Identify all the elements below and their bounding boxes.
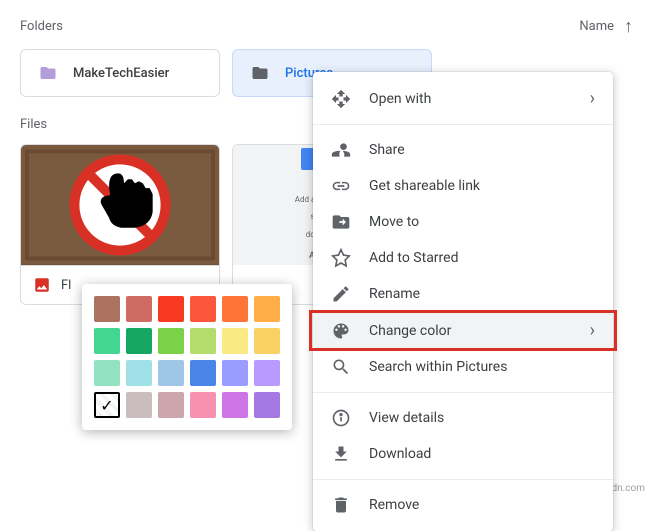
palette-icon [331,321,351,341]
menu-share[interactable]: Share [313,132,613,168]
star-icon [331,248,351,268]
menu-label: Change color [369,323,451,339]
share-icon [331,140,351,160]
info-icon [331,408,351,428]
color-swatch[interactable] [222,392,248,418]
menu-get-link[interactable]: Get shareable link [313,168,613,204]
search-icon [331,357,351,377]
file-name: Fl [61,278,71,293]
chevron-right-icon: › [590,320,595,341]
context-menu: Open with › Share Get shareable link Mov… [313,72,613,531]
menu-label: Rename [369,286,420,302]
folder-icon [249,64,271,82]
color-swatch[interactable] [158,392,184,418]
color-swatch[interactable] [254,360,280,386]
color-swatch[interactable] [94,296,120,322]
menu-label: Download [369,446,431,462]
menu-label: Search within Pictures [369,359,507,375]
color-swatch[interactable] [254,392,280,418]
folder-card-maketecheasier[interactable]: MakeTechEasier [20,49,220,97]
divider [313,479,613,480]
color-swatch[interactable] [126,360,152,386]
divider [313,392,613,393]
menu-remove[interactable]: Remove [313,487,613,523]
image-icon [33,276,51,294]
menu-label: Add to Starred [369,250,458,266]
rename-icon [331,284,351,304]
highlight-box [309,310,617,351]
color-swatch[interactable] [158,296,184,322]
menu-add-starred[interactable]: Add to Starred [313,240,613,276]
files-label: Files [20,117,47,132]
color-swatch[interactable] [190,360,216,386]
menu-open-with[interactable]: Open with › [313,80,613,117]
sort-control[interactable]: Name ↑ [579,16,633,37]
folders-header: Folders Name ↑ [20,16,633,37]
divider [313,124,613,125]
folder-icon [37,64,59,82]
color-swatch[interactable] [126,328,152,354]
menu-download[interactable]: Download [313,436,613,472]
menu-search-within[interactable]: Search within Pictures [313,349,613,385]
link-icon [331,176,351,196]
open-with-icon [331,89,351,109]
folders-label: Folders [20,19,63,34]
color-swatch[interactable] [190,296,216,322]
chevron-right-icon: › [590,88,595,109]
menu-label: Open with [369,91,431,107]
menu-view-details[interactable]: View details [313,400,613,436]
folder-name: MakeTechEasier [73,66,169,81]
file-card[interactable]: Fl [20,144,220,305]
menu-change-color[interactable]: Change color › [313,312,613,349]
menu-label: View details [369,410,444,426]
color-swatch[interactable] [254,296,280,322]
color-swatch[interactable] [126,296,152,322]
color-swatch[interactable] [222,360,248,386]
menu-rename[interactable]: Rename [313,276,613,312]
color-swatch[interactable] [190,328,216,354]
arrow-up-icon: ↑ [624,16,633,37]
move-icon [331,212,351,232]
color-palette [82,284,292,430]
color-swatch[interactable] [222,328,248,354]
color-swatch[interactable] [94,328,120,354]
menu-label: Get shareable link [369,178,480,194]
menu-label: Move to [369,214,419,230]
color-swatch[interactable] [94,392,120,418]
menu-label: Remove [369,497,419,513]
trash-icon [331,495,351,515]
color-swatch[interactable] [158,360,184,386]
menu-label: Share [369,142,405,158]
download-icon [331,444,351,464]
color-swatch[interactable] [222,296,248,322]
color-swatch[interactable] [126,392,152,418]
sort-label: Name [579,19,614,34]
color-swatch[interactable] [94,360,120,386]
color-swatch[interactable] [190,392,216,418]
color-swatch[interactable] [254,328,280,354]
file-thumbnail [21,145,219,265]
menu-move-to[interactable]: Move to [313,204,613,240]
color-swatch[interactable] [158,328,184,354]
